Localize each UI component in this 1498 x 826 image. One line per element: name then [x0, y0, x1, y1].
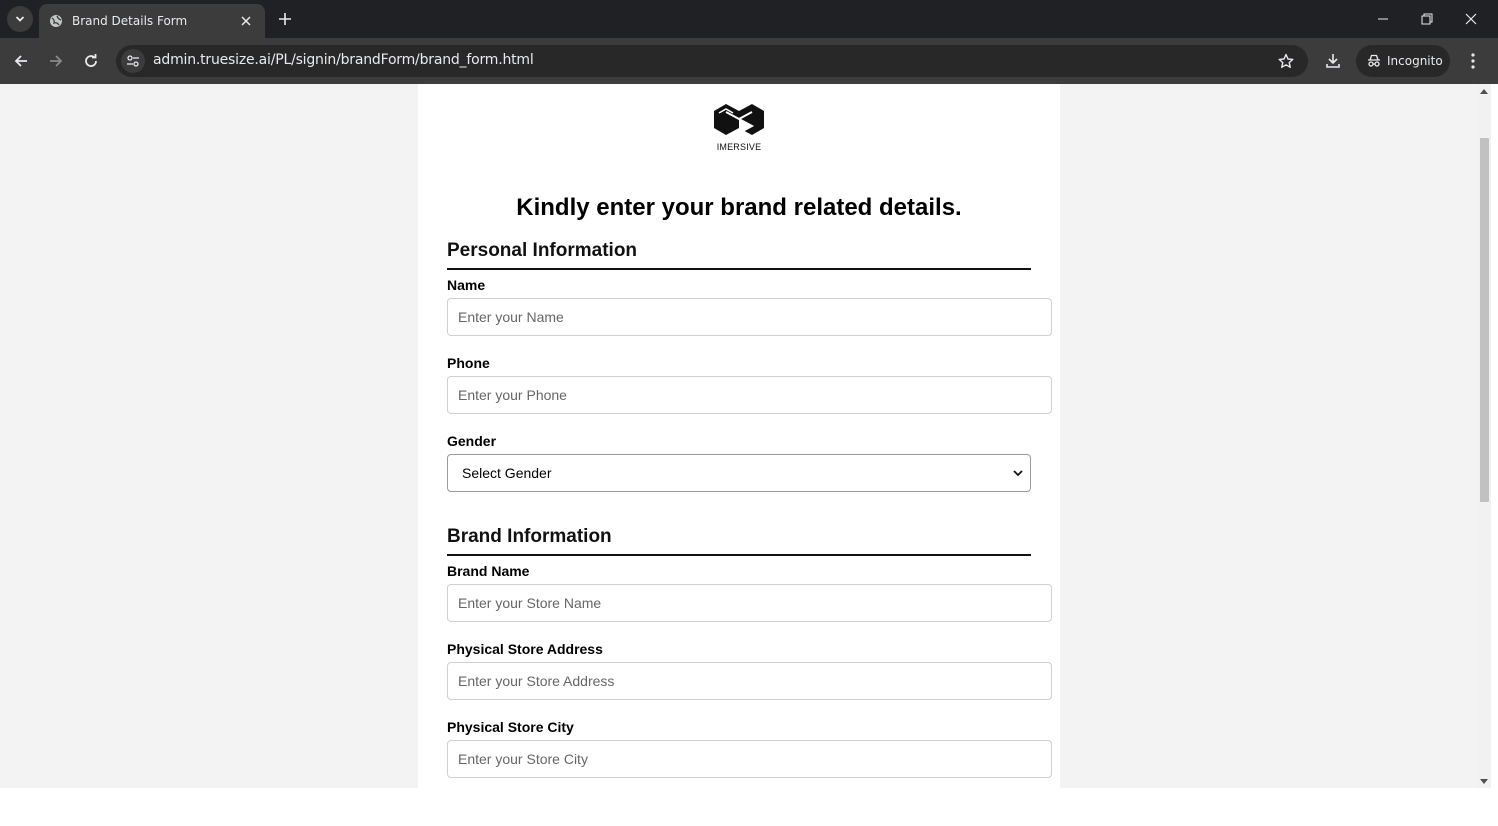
page-viewport: IMERSIVE Kindly enter your brand related…	[0, 84, 1478, 788]
back-arrow-icon	[14, 55, 27, 67]
chevron-down-icon	[1013, 470, 1023, 477]
incognito-icon	[1368, 54, 1380, 67]
phone-label: Phone	[447, 355, 490, 371]
forward-button[interactable]	[43, 48, 69, 74]
gender-label: Gender	[447, 433, 497, 449]
menu-button[interactable]	[1460, 48, 1486, 74]
reload-icon	[85, 54, 97, 67]
close-window-button[interactable]	[1458, 6, 1484, 32]
close-icon	[241, 16, 251, 26]
logo-cube-icon	[714, 104, 764, 135]
brand-information-heading: Brand Information	[447, 526, 1031, 556]
download-icon	[1326, 54, 1340, 68]
url-text[interactable]: admin.truesize.ai/PL/signin/brandForm/br…	[153, 52, 534, 68]
close-icon	[1465, 13, 1477, 25]
minimize-icon	[1378, 18, 1388, 20]
window-bottom-area	[0, 788, 1498, 826]
incognito-indicator[interactable]: Incognito	[1356, 45, 1450, 77]
chevron-down-icon	[15, 16, 25, 22]
back-button[interactable]	[8, 48, 34, 74]
plus-icon	[279, 13, 291, 25]
gender-select[interactable]: Select Gender	[447, 454, 1031, 492]
bookmark-button[interactable]	[1276, 51, 1296, 71]
scroll-down-arrow[interactable]	[1480, 779, 1488, 784]
store-city-input[interactable]	[447, 740, 1052, 778]
tab-strip: Brand Details Form	[0, 0, 1498, 38]
name-input[interactable]	[447, 298, 1052, 336]
more-vert-icon	[1471, 53, 1475, 69]
store-address-input[interactable]	[447, 662, 1052, 700]
store-city-label: Physical Store City	[447, 719, 574, 735]
incognito-label: Incognito	[1387, 54, 1443, 68]
name-label: Name	[447, 277, 486, 293]
close-tab-button[interactable]	[237, 12, 255, 30]
brand-form-card: IMERSIVE Kindly enter your brand related…	[418, 84, 1060, 788]
forward-arrow-icon	[50, 55, 63, 67]
personal-information-heading: Personal Information	[447, 240, 1031, 270]
restore-button[interactable]	[1414, 6, 1440, 32]
downloads-button[interactable]	[1320, 48, 1346, 74]
page-title: Kindly enter your brand related details.	[516, 194, 962, 221]
scroll-up-arrow[interactable]	[1480, 89, 1488, 94]
minimize-button[interactable]	[1370, 6, 1396, 32]
browser-toolbar: admin.truesize.ai/PL/signin/brandForm/br…	[0, 38, 1498, 84]
site-settings-button[interactable]	[121, 49, 145, 73]
tab-title: Brand Details Form	[72, 14, 188, 28]
vertical-scrollbar[interactable]	[1478, 84, 1491, 788]
brand-name-input[interactable]	[447, 584, 1052, 622]
imersive-logo: IMERSIVE	[708, 102, 770, 154]
scrollbar-thumb[interactable]	[1480, 138, 1489, 502]
globe-icon	[49, 14, 63, 28]
brand-name-label: Brand Name	[447, 563, 530, 579]
phone-input[interactable]	[447, 376, 1052, 414]
site-settings-icon	[127, 55, 139, 67]
restore-icon	[1421, 13, 1433, 25]
new-tab-button[interactable]	[274, 8, 296, 30]
gender-select-value: Select Gender	[462, 465, 552, 481]
address-bar[interactable]: admin.truesize.ai/PL/signin/brandForm/br…	[116, 45, 1308, 77]
active-tab[interactable]: Brand Details Form	[39, 4, 265, 38]
logo-text: IMERSIVE	[716, 142, 762, 152]
store-address-label: Physical Store Address	[447, 641, 603, 657]
star-icon	[1278, 53, 1294, 68]
reload-button[interactable]	[78, 48, 104, 74]
tab-search-button[interactable]	[7, 6, 33, 32]
